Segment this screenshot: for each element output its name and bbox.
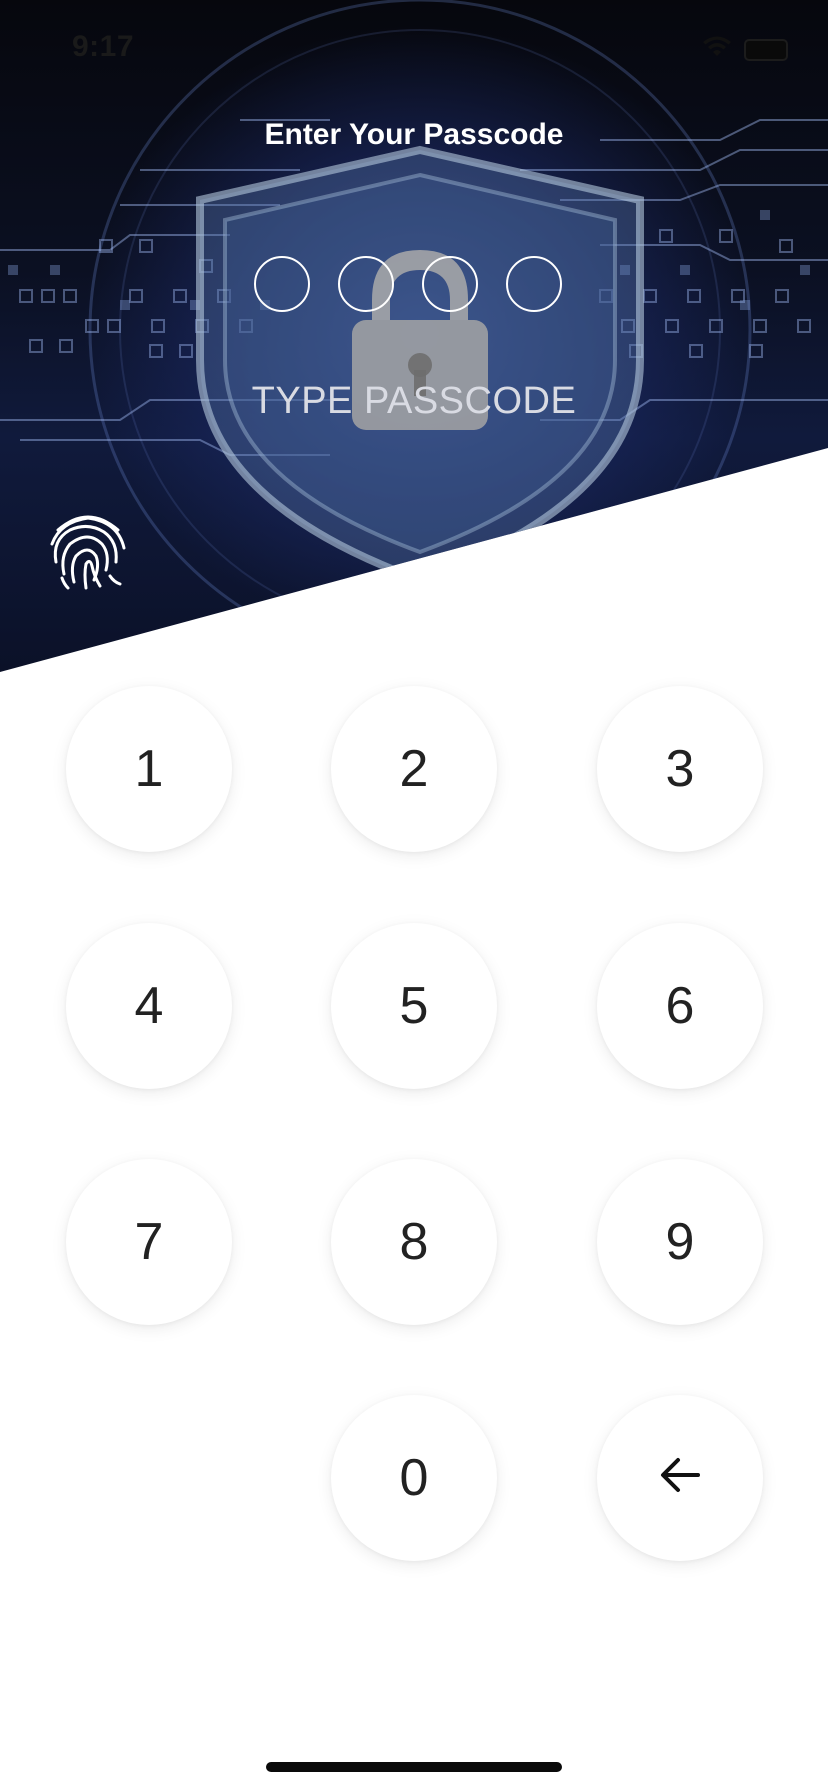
home-indicator	[266, 1762, 562, 1772]
passcode-dot	[254, 256, 310, 312]
key-1[interactable]: 1	[66, 686, 232, 852]
key-2[interactable]: 2	[331, 686, 497, 852]
fingerprint-icon[interactable]	[40, 500, 136, 596]
key-9[interactable]: 9	[597, 1159, 763, 1325]
passcode-dot	[338, 256, 394, 312]
status-icons	[702, 36, 788, 63]
passcode-dots	[254, 256, 562, 312]
passcode-dot	[506, 256, 562, 312]
passcode-screen: 9:17 Enter Your Passcode TYPE PASSCODE 1…	[0, 0, 828, 1792]
key-3[interactable]: 3	[597, 686, 763, 852]
key-0[interactable]: 0	[331, 1395, 497, 1561]
key-8[interactable]: 8	[331, 1159, 497, 1325]
arrow-left-icon	[658, 1448, 702, 1508]
key-4[interactable]: 4	[66, 923, 232, 1089]
key-7[interactable]: 7	[66, 1159, 232, 1325]
key-6[interactable]: 6	[597, 923, 763, 1089]
battery-icon	[744, 38, 788, 61]
page-title: Enter Your Passcode	[264, 118, 564, 151]
status-time: 9:17	[72, 30, 135, 63]
wifi-icon	[702, 36, 732, 63]
backspace-button[interactable]	[597, 1395, 763, 1561]
passcode-prompt: TYPE PASSCODE	[251, 380, 577, 422]
passcode-dot	[422, 256, 478, 312]
key-5[interactable]: 5	[331, 923, 497, 1089]
